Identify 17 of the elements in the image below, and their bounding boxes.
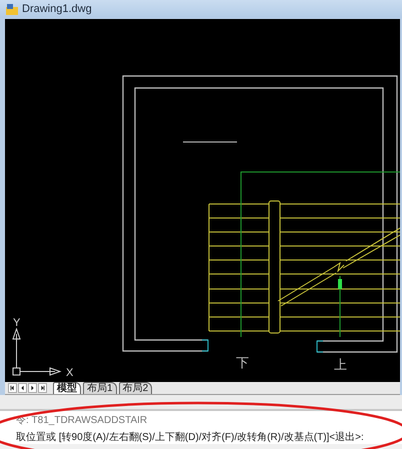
grip-marker [338,279,342,289]
axis-label: X [66,367,74,379]
stair-label: 上 [334,357,347,372]
previous-icon[interactable] [18,383,27,393]
window-title: Drawing1.dwg [22,3,92,15]
first-page-icon[interactable] [8,383,17,393]
last-page-icon[interactable] [38,383,47,393]
axis-label: Y [13,317,20,329]
layout-tab[interactable]: 布局1 [83,382,117,394]
layout-tab[interactable]: 模型 [53,382,81,394]
ucs-icon [12,327,62,376]
command-prompt: 取位置或 [转90度(A)/左右翻(S)/上下翻(D)/对齐(F)/改转角(R)/改基点(T)]<退出>: [16,431,365,444]
drawing-file-icon [5,2,19,16]
drawing-canvas[interactable]: 下 上 Y X [5,19,400,382]
layout-tab[interactable]: 布局2 [118,382,152,394]
stair-label: 下 [236,355,249,370]
next-icon[interactable] [28,383,37,393]
